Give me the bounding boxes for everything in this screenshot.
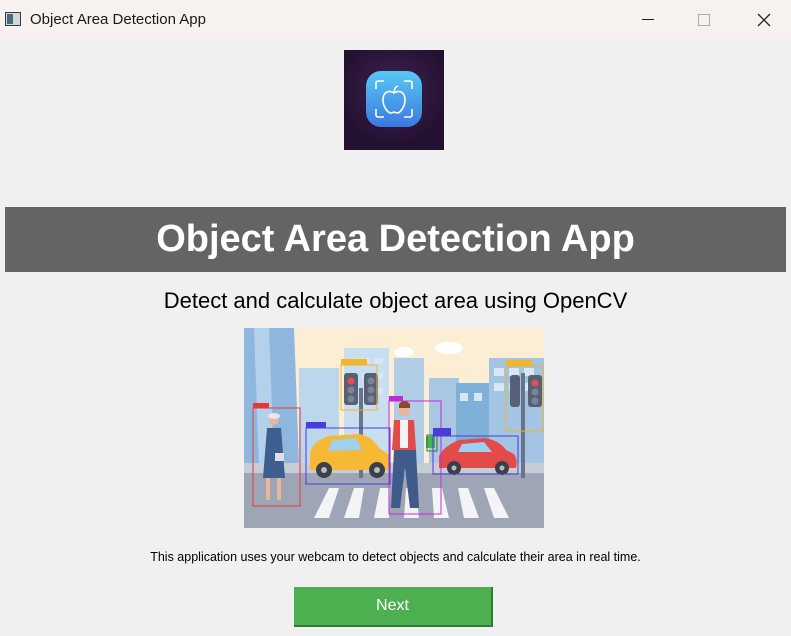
street-detection-illustration bbox=[244, 328, 544, 528]
apple-scan-icon bbox=[366, 71, 422, 127]
next-button[interactable]: Next bbox=[294, 587, 493, 627]
title-bar: Object Area Detection App bbox=[0, 0, 791, 39]
window-title: Object Area Detection App bbox=[30, 11, 206, 28]
minimize-button[interactable] bbox=[625, 0, 671, 39]
close-button[interactable] bbox=[741, 0, 787, 39]
maximize-button[interactable] bbox=[681, 0, 727, 39]
app-logo bbox=[344, 50, 444, 150]
banner-title: Object Area Detection App bbox=[5, 207, 786, 272]
maximize-icon bbox=[698, 13, 710, 26]
minimize-icon bbox=[642, 19, 654, 20]
app-window-icon bbox=[5, 12, 21, 26]
subtitle: Detect and calculate object area using O… bbox=[163, 288, 628, 313]
close-icon bbox=[757, 13, 771, 26]
description-text: This application uses your webcam to det… bbox=[150, 550, 641, 564]
